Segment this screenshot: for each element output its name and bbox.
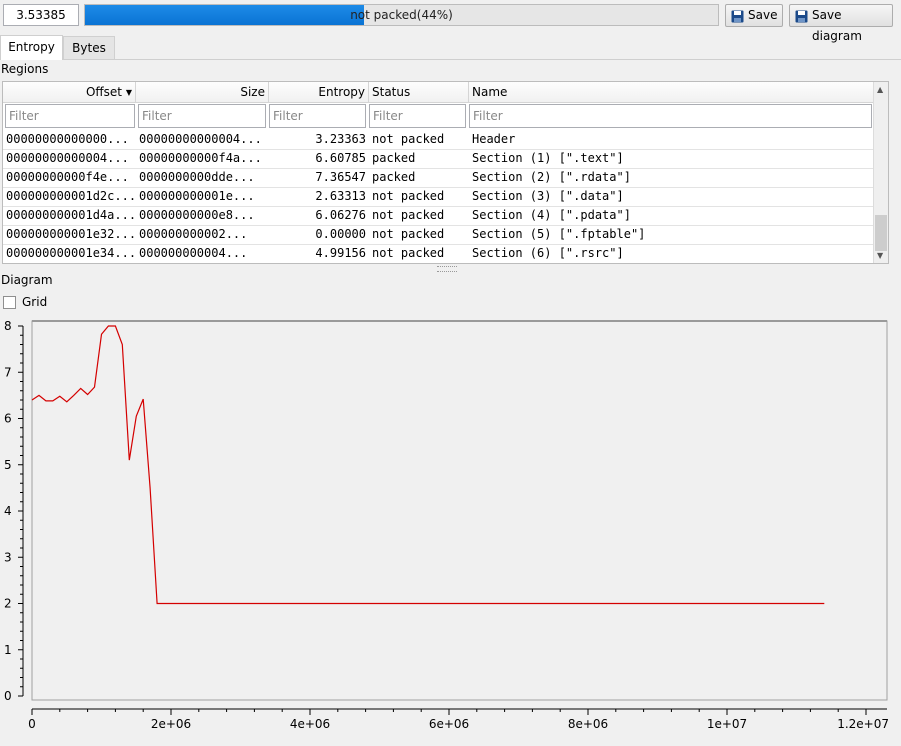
- name-filter-input[interactable]: Filter: [469, 104, 872, 128]
- entropy-filter-input[interactable]: Filter: [269, 104, 366, 128]
- cell-status: not packed: [372, 246, 445, 260]
- cell-size: 000000000004...: [139, 246, 248, 260]
- cell-name: Section (1) [".text"]: [472, 151, 624, 165]
- x-tick-label: 2e+06: [151, 717, 191, 731]
- cell-offset: 00000000000000...: [6, 132, 129, 146]
- tab-entropy[interactable]: Entropy: [0, 35, 63, 60]
- table-vertical-scrollbar[interactable]: ▲ ▼: [873, 82, 888, 263]
- tab-bytes[interactable]: Bytes: [63, 36, 115, 59]
- y-tick-label: 3: [4, 550, 12, 564]
- entropy-progress-bar: not packed(44%): [84, 4, 719, 26]
- cell-name: Section (5) [".fptable"]: [472, 227, 646, 241]
- x-tick-label: 1e+07: [707, 717, 747, 731]
- grid-checkbox-label: Grid: [22, 295, 48, 309]
- cell-offset: 00000000000f4e...: [6, 170, 129, 184]
- table-row[interactable]: 000000000001d4a... 00000000000e8... 6.0627…: [3, 206, 874, 226]
- x-tick-label: 0: [28, 717, 36, 731]
- x-tick-label: 1.2e+07: [837, 717, 889, 731]
- cell-entropy: 6.06276: [315, 208, 366, 222]
- cell-status: not packed: [372, 227, 445, 241]
- splitter-handle[interactable]: [437, 266, 457, 272]
- cell-offset: 00000000000004...: [6, 151, 129, 165]
- sort-descending-icon: ▼: [125, 88, 132, 97]
- cell-entropy: 6.60785: [315, 151, 366, 165]
- column-header-entropy[interactable]: Entropy: [269, 82, 369, 102]
- cell-entropy: 7.36547: [315, 170, 366, 184]
- y-tick-label: 1: [4, 643, 12, 657]
- table-row[interactable]: 00000000000004... 00000000000f4a... 6.6078…: [3, 149, 874, 169]
- table-row[interactable]: 00000000000000... 00000000000004... 3.2336…: [3, 130, 874, 150]
- save-button[interactable]: Save: [725, 4, 783, 27]
- table-row[interactable]: 000000000001e32... 000000000002... 0.00000…: [3, 225, 874, 245]
- cell-status: not packed: [372, 189, 445, 203]
- regions-label: Regions: [1, 62, 49, 76]
- cell-name: Section (3) [".data"]: [472, 189, 624, 203]
- cell-entropy: 2.63313: [315, 189, 366, 203]
- cell-offset: 000000000001e32...: [6, 227, 136, 241]
- column-header-name[interactable]: Name: [469, 82, 874, 102]
- cell-size: 00000000000f4a...: [139, 151, 262, 165]
- scroll-up-arrow-icon[interactable]: ▲: [877, 85, 883, 94]
- cell-offset: 000000000001d2c...: [6, 189, 136, 203]
- column-header-offset-label: Offset: [85, 85, 123, 99]
- cell-entropy: 3.23363: [315, 132, 366, 146]
- x-tick-label: 6e+06: [429, 717, 469, 731]
- cell-size: 00000000000e8...: [139, 208, 255, 222]
- cell-size: 000000000002...: [139, 227, 248, 241]
- cell-status: packed: [372, 170, 416, 184]
- table-row[interactable]: 000000000001d2c... 000000000001e... 2.6331…: [3, 187, 874, 207]
- cell-size: 00000000000004...: [139, 132, 262, 146]
- entropy-value-field: 3.53385: [3, 4, 79, 26]
- table-row[interactable]: 00000000000f4e... 0000000000dde... 7.36547…: [3, 168, 874, 188]
- tab-bar-divider: [0, 59, 901, 60]
- cell-name: Section (6) [".rsrc"]: [472, 246, 624, 260]
- cell-entropy: 4.99156: [315, 246, 366, 260]
- cell-status: packed: [372, 151, 416, 165]
- cell-offset: 000000000001d4a...: [6, 208, 136, 222]
- y-tick-label: 4: [4, 504, 12, 518]
- offset-filter-input[interactable]: Filter: [5, 104, 135, 128]
- cell-size: 000000000001e...: [139, 189, 255, 203]
- column-header-status[interactable]: Status: [369, 82, 469, 102]
- y-tick-label: 5: [4, 458, 12, 472]
- save-diagram-button[interactable]: Save diagram: [789, 4, 893, 43]
- cell-name: Section (4) [".pdata"]: [472, 208, 631, 222]
- entropy-diagram: 0 1 2 3 4 5 6 7 8 0 2e+06 4e+06 6e+06 8e+06 1e+07 1.2e+…: [0, 316, 901, 743]
- floppy-disk-icon: [731, 9, 744, 30]
- cell-status: not packed: [372, 132, 445, 146]
- table-header: Offset ▼ Size Entropy Status Name: [3, 82, 874, 103]
- progress-text: not packed(44%): [350, 8, 453, 22]
- y-tick-label: 7: [4, 365, 12, 379]
- scrollbar-thumb[interactable]: [875, 215, 887, 251]
- save-diagram-button-label: Save diagram: [812, 8, 862, 43]
- y-tick-label: 2: [4, 597, 12, 611]
- floppy-disk-icon: [795, 9, 808, 30]
- column-header-size[interactable]: Size: [136, 82, 269, 102]
- cell-status: not packed: [372, 208, 445, 222]
- regions-table: Offset ▼ Size Entropy Status Name Filter…: [2, 81, 889, 264]
- grid-checkbox[interactable]: [3, 296, 16, 309]
- y-tick-label: 8: [4, 319, 12, 333]
- cell-entropy: 0.00000: [315, 227, 366, 241]
- cell-size: 0000000000dde...: [139, 170, 255, 184]
- cell-name: Section (2) [".rdata"]: [472, 170, 631, 184]
- x-tick-label: 4e+06: [290, 717, 330, 731]
- diagram-label: Diagram: [1, 273, 53, 287]
- x-tick-label: 8e+06: [568, 717, 608, 731]
- plot-area: [31, 320, 888, 701]
- y-tick-label: 0: [4, 689, 12, 703]
- cell-name: Header: [472, 132, 516, 146]
- cell-offset: 000000000001e34...: [6, 246, 136, 260]
- save-button-label: Save: [748, 8, 778, 22]
- size-filter-input[interactable]: Filter: [138, 104, 266, 128]
- status-filter-input[interactable]: Filter: [369, 104, 466, 128]
- table-row[interactable]: 000000000001e34... 000000000004... 4.99156…: [3, 244, 874, 263]
- scroll-down-arrow-icon[interactable]: ▼: [877, 251, 883, 260]
- entropy-chart-svg: 0 1 2 3 4 5 6 7 8 0 2e+06 4e+06 6e+06 8e+06 1e+07 1.2e+…: [4, 319, 889, 731]
- column-header-offset[interactable]: Offset ▼: [3, 82, 136, 102]
- y-tick-label: 6: [4, 412, 12, 426]
